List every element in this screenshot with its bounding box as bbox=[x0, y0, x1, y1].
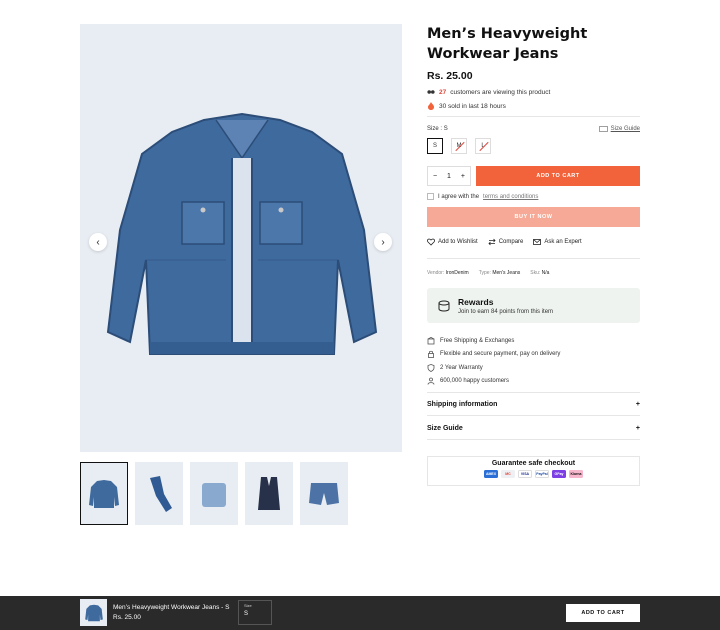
viewing-text: customers are viewing this product bbox=[450, 88, 551, 96]
add-to-cart-button[interactable]: ADD TO CART bbox=[476, 166, 640, 186]
compare-button[interactable]: Compare bbox=[488, 238, 523, 246]
thumbnail-shorts[interactable] bbox=[300, 462, 348, 525]
size-option-s[interactable]: S bbox=[427, 138, 443, 154]
shirt-thumb-icon bbox=[202, 482, 226, 507]
denim-jacket-image bbox=[106, 112, 378, 355]
qty-minus-button[interactable]: − bbox=[433, 173, 437, 180]
viewing-line: 27 customers are viewing this product bbox=[427, 88, 640, 96]
size-option-m[interactable]: M bbox=[451, 138, 467, 154]
ask-expert-button[interactable]: Ask an Expert bbox=[533, 238, 582, 246]
size-guide-link[interactable]: Size Guide bbox=[598, 126, 640, 132]
heart-icon bbox=[427, 238, 435, 246]
terms-agreement: I agree with the terms and conditions bbox=[427, 193, 538, 200]
sticky-product-price: Rs. 25.00 bbox=[113, 614, 141, 621]
sticky-product-name: Men’s Heavyweight Workwear Jeans - S bbox=[113, 604, 230, 611]
plus-icon: + bbox=[635, 401, 640, 408]
accordion-size-guide[interactable]: Size Guide + bbox=[427, 425, 640, 432]
perk-shipping: Free Shipping & Exchanges bbox=[427, 334, 560, 348]
buy-now-button[interactable]: BUY IT NOW bbox=[427, 207, 640, 227]
thumbnail-vest[interactable] bbox=[245, 462, 293, 525]
thumbnail-jeans[interactable] bbox=[135, 462, 183, 525]
divider bbox=[427, 258, 640, 259]
perk-warranty: 2 Year Warranty bbox=[427, 361, 560, 375]
rewards-banner[interactable]: Rewards Join to earn 84 points from this… bbox=[427, 288, 640, 323]
rewards-subtitle: Join to earn 84 points from this item bbox=[458, 308, 554, 315]
chevron-left-icon[interactable]: ‹ bbox=[89, 233, 107, 251]
plus-icon: + bbox=[635, 425, 640, 432]
size-options: S M L bbox=[427, 138, 491, 154]
thumbnail-jacket[interactable] bbox=[80, 462, 128, 525]
fire-icon bbox=[428, 102, 434, 110]
lock-icon bbox=[428, 351, 434, 359]
thumbnail-strip bbox=[80, 462, 348, 525]
paypal-icon: PayPal bbox=[535, 470, 549, 478]
product-title: Men’s Heavyweight Workwear Jeans bbox=[427, 26, 588, 62]
sticky-thumbnail bbox=[80, 599, 107, 626]
coins-icon bbox=[438, 300, 450, 312]
sold-line: 30 sold in last 18 hours bbox=[427, 102, 640, 110]
sticky-size-value: S bbox=[244, 611, 249, 617]
sticky-add-to-cart-button[interactable]: ADD TO CART bbox=[566, 604, 640, 622]
mastercard-icon: MC bbox=[501, 470, 515, 478]
qty-value[interactable]: 1 bbox=[447, 173, 451, 180]
payment-icons: AMEX MC VISA PayPal GPay Klarna bbox=[428, 470, 639, 478]
shield-icon bbox=[427, 363, 435, 372]
size-row: Size : S Size Guide bbox=[427, 126, 640, 132]
sold-text: 30 sold in last 18 hours bbox=[439, 102, 506, 110]
wishlist-button[interactable]: Add to Wishlist bbox=[427, 238, 478, 246]
guarantee-title: Guarantee safe checkout bbox=[491, 460, 576, 467]
divider bbox=[427, 116, 640, 117]
product-actions: Add to Wishlist Compare Ask an Expert bbox=[427, 238, 582, 246]
vendor: Vendor: IronDenim bbox=[427, 270, 469, 276]
terms-checkbox[interactable] bbox=[427, 193, 434, 200]
perk-customers: 600,000 happy customers bbox=[427, 375, 560, 389]
product-price: Rs. 25.00 bbox=[427, 70, 473, 82]
jeans-thumb-icon bbox=[150, 475, 172, 512]
accordion-shipping[interactable]: Shipping information + bbox=[427, 401, 640, 408]
compare-icon bbox=[488, 238, 496, 246]
eyes-icon bbox=[427, 90, 435, 94]
visa-icon: VISA bbox=[518, 470, 532, 478]
divider bbox=[427, 392, 640, 393]
chevron-right-icon[interactable]: › bbox=[374, 233, 392, 251]
size-option-l[interactable]: L bbox=[475, 138, 491, 154]
rewards-title: Rewards bbox=[458, 296, 494, 307]
sticky-size-select[interactable]: Size S bbox=[238, 600, 272, 625]
jacket-thumb-icon bbox=[89, 479, 119, 508]
qty-plus-button[interactable]: + bbox=[461, 173, 465, 180]
sku: Sku: N/a bbox=[530, 270, 550, 276]
product-info: Men’s Heavyweight Workwear Jeans Rs. 25.… bbox=[427, 24, 640, 110]
amex-icon: AMEX bbox=[484, 470, 498, 478]
gpay-icon: GPay bbox=[552, 470, 566, 478]
jacket-thumb-icon bbox=[84, 604, 103, 621]
divider bbox=[427, 415, 640, 416]
vest-thumb-icon bbox=[258, 476, 280, 510]
type: Type: Men's Jeans bbox=[478, 270, 521, 276]
box-icon bbox=[427, 336, 435, 345]
quantity-stepper[interactable]: − 1 + bbox=[427, 166, 471, 186]
thumbnail-shirt[interactable] bbox=[190, 462, 238, 525]
shorts-thumb-icon bbox=[309, 482, 339, 505]
terms-link[interactable]: terms and conditions bbox=[483, 194, 538, 200]
product-details: Vendor: IronDenim Type: Men's Jeans Sku:… bbox=[427, 270, 549, 276]
ruler-icon bbox=[598, 126, 608, 132]
perk-payment: Flexible and secure payment, pay on deli… bbox=[427, 348, 560, 362]
mail-icon bbox=[533, 239, 542, 245]
klarna-icon: Klarna bbox=[569, 470, 583, 478]
guarantee-checkout: Guarantee safe checkout AMEX MC VISA Pay… bbox=[427, 456, 640, 486]
divider bbox=[427, 439, 640, 440]
users-icon bbox=[427, 377, 435, 385]
size-label: Size : S bbox=[427, 126, 448, 132]
viewing-count: 27 bbox=[439, 88, 447, 96]
agree-text: I agree with the bbox=[438, 193, 480, 200]
perks-list: Free Shipping & Exchanges Flexible and s… bbox=[427, 334, 560, 388]
sticky-size-label: Size bbox=[244, 603, 252, 608]
